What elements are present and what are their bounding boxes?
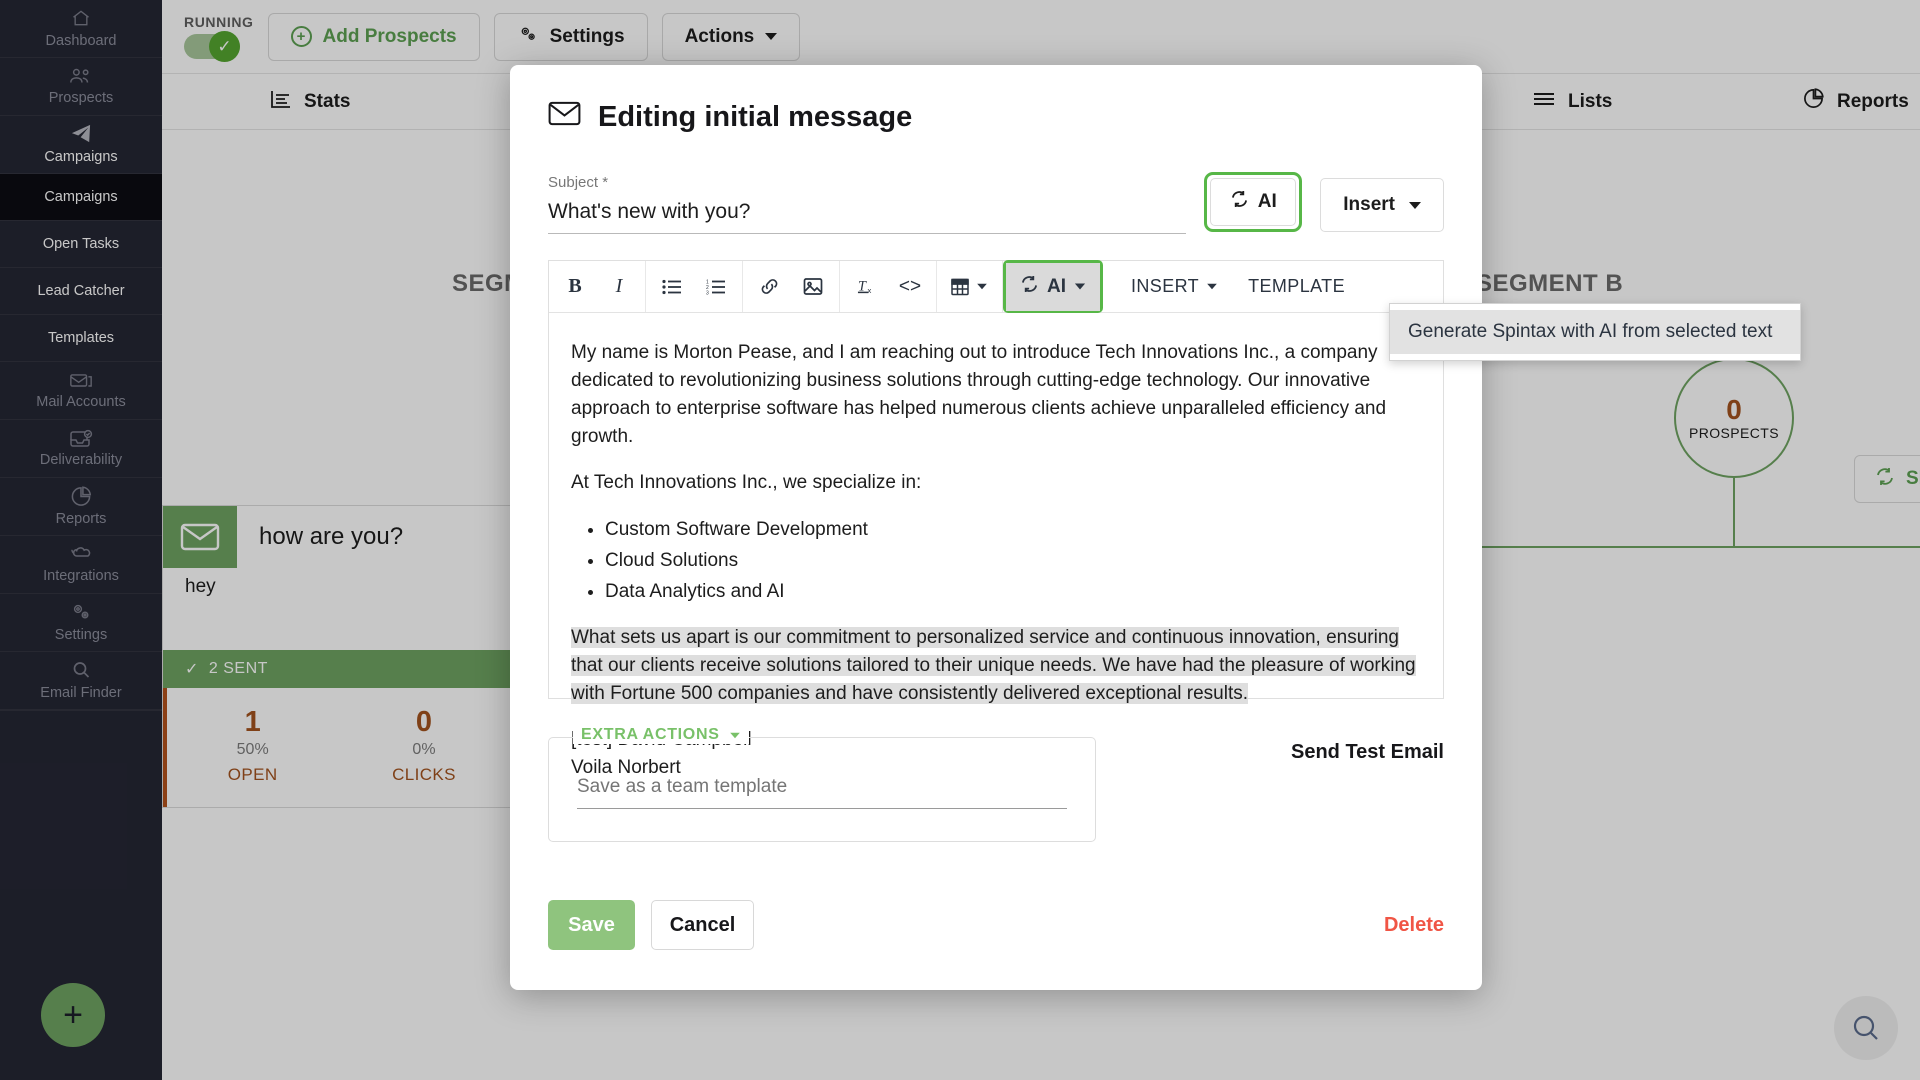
numbered-list-icon: 123 [706, 279, 725, 295]
svg-text:x: x [867, 286, 871, 295]
selected-text: What sets us apart is our commitment to … [571, 626, 1416, 705]
save-button[interactable]: Save [548, 900, 635, 950]
modal-header: Editing initial message [548, 101, 1444, 134]
editor-ai-button[interactable]: AI [1006, 262, 1100, 311]
refresh-ai-icon [1230, 190, 1249, 214]
clear-formatting-button[interactable]: Tx [844, 261, 888, 312]
extra-actions-panel: EXTRA ACTIONS [548, 726, 1096, 842]
bold-button[interactable]: B [553, 261, 597, 312]
clear-formatting-icon: Tx [857, 278, 871, 295]
subject-ai-button[interactable]: AI [1210, 178, 1297, 226]
chevron-down-icon [977, 283, 987, 290]
bulleted-list-icon [662, 279, 681, 294]
team-template-input[interactable] [577, 768, 1067, 809]
subject-field: Subject * What's new with you? [548, 174, 1187, 234]
editor-toolbar: B I 123 T x <> AI INSERT TEMPLATE Genera… [549, 260, 1801, 361]
list-item: Data Analytics and AI [605, 578, 1421, 606]
editor-body[interactable]: My name is Morton Pease, and I am reachi… [549, 313, 1443, 778]
send-test-email-button[interactable]: Send Test Email [1291, 741, 1444, 764]
toolbar-group-insert-template: INSERT TEMPLATE [1103, 261, 1359, 312]
ai-button-label: AI [1257, 191, 1277, 212]
toolbar-group-format: B I [549, 261, 646, 312]
body-paragraph-3-selected: What sets us apart is our commitment to … [571, 624, 1421, 708]
refresh-ai-icon [1020, 275, 1039, 299]
modal-footer: Save Cancel Delete [548, 900, 1444, 950]
toolbar-group-table [937, 261, 1003, 312]
editor-ai-label: AI [1047, 275, 1066, 297]
editor-ai-highlight: AI [1003, 260, 1103, 313]
extra-actions-row: EXTRA ACTIONS Send Test Email [548, 726, 1444, 842]
table-button[interactable] [941, 261, 998, 312]
extra-actions-legend[interactable]: EXTRA ACTIONS [573, 726, 749, 744]
image-button[interactable] [791, 261, 835, 312]
rich-text-editor: B I 123 T x <> AI INSERT TEMPLATE Genera… [548, 260, 1801, 778]
svg-text:3: 3 [706, 290, 709, 295]
delete-button[interactable]: Delete [1384, 914, 1444, 937]
body-bullet-list: Custom Software Development Cloud Soluti… [605, 516, 1421, 606]
list-item: Cloud Solutions [605, 547, 1421, 575]
envelope-icon [548, 101, 581, 134]
code-button[interactable]: <> [888, 261, 932, 312]
chevron-down-icon [1409, 201, 1421, 209]
cancel-button[interactable]: Cancel [651, 900, 754, 950]
chevron-down-icon [1207, 283, 1217, 290]
edit-message-modal: Editing initial message Subject * What's… [510, 65, 1801, 990]
link-button[interactable] [747, 261, 791, 312]
subject-row: Subject * What's new with you? AI Insert [548, 172, 1444, 234]
page-title: Editing initial message [598, 101, 913, 133]
list-item: Custom Software Development [605, 516, 1421, 544]
ai-button-highlight: AI [1204, 172, 1303, 232]
body-paragraph-1: My name is Morton Pease, and I am reachi… [571, 342, 1387, 448]
insert-menu-label: INSERT [1131, 276, 1200, 296]
insert-menu-button[interactable]: INSERT [1121, 261, 1228, 312]
toolbar-group-lists: 123 [646, 261, 743, 312]
chevron-down-icon [729, 732, 740, 738]
menu-item-generate-spintax[interactable]: Generate Spintax with AI from selected t… [1390, 310, 1800, 354]
italic-button[interactable]: I [597, 261, 641, 312]
body-paragraph-2: At Tech Innovations Inc., we specialize … [571, 472, 922, 494]
numbered-list-button[interactable]: 123 [694, 261, 738, 312]
extra-actions-label: EXTRA ACTIONS [581, 726, 720, 743]
chevron-down-icon [1074, 283, 1086, 290]
toolbar-group-insert [743, 261, 840, 312]
template-menu-label: TEMPLATE [1248, 276, 1345, 296]
template-menu-button[interactable]: TEMPLATE [1238, 261, 1355, 312]
image-icon [803, 278, 823, 295]
subject-label: Subject * [548, 174, 609, 191]
link-icon [761, 279, 777, 294]
ai-dropdown-menu: Generate Spintax with AI from selected t… [1389, 303, 1801, 361]
insert-button[interactable]: Insert [1320, 178, 1444, 232]
toolbar-group-clear: Tx <> [840, 261, 937, 312]
subject-input[interactable]: What's new with you? [548, 191, 1187, 234]
insert-button-label: Insert [1343, 194, 1395, 215]
table-icon [951, 278, 969, 295]
bulleted-list-button[interactable] [650, 261, 694, 312]
